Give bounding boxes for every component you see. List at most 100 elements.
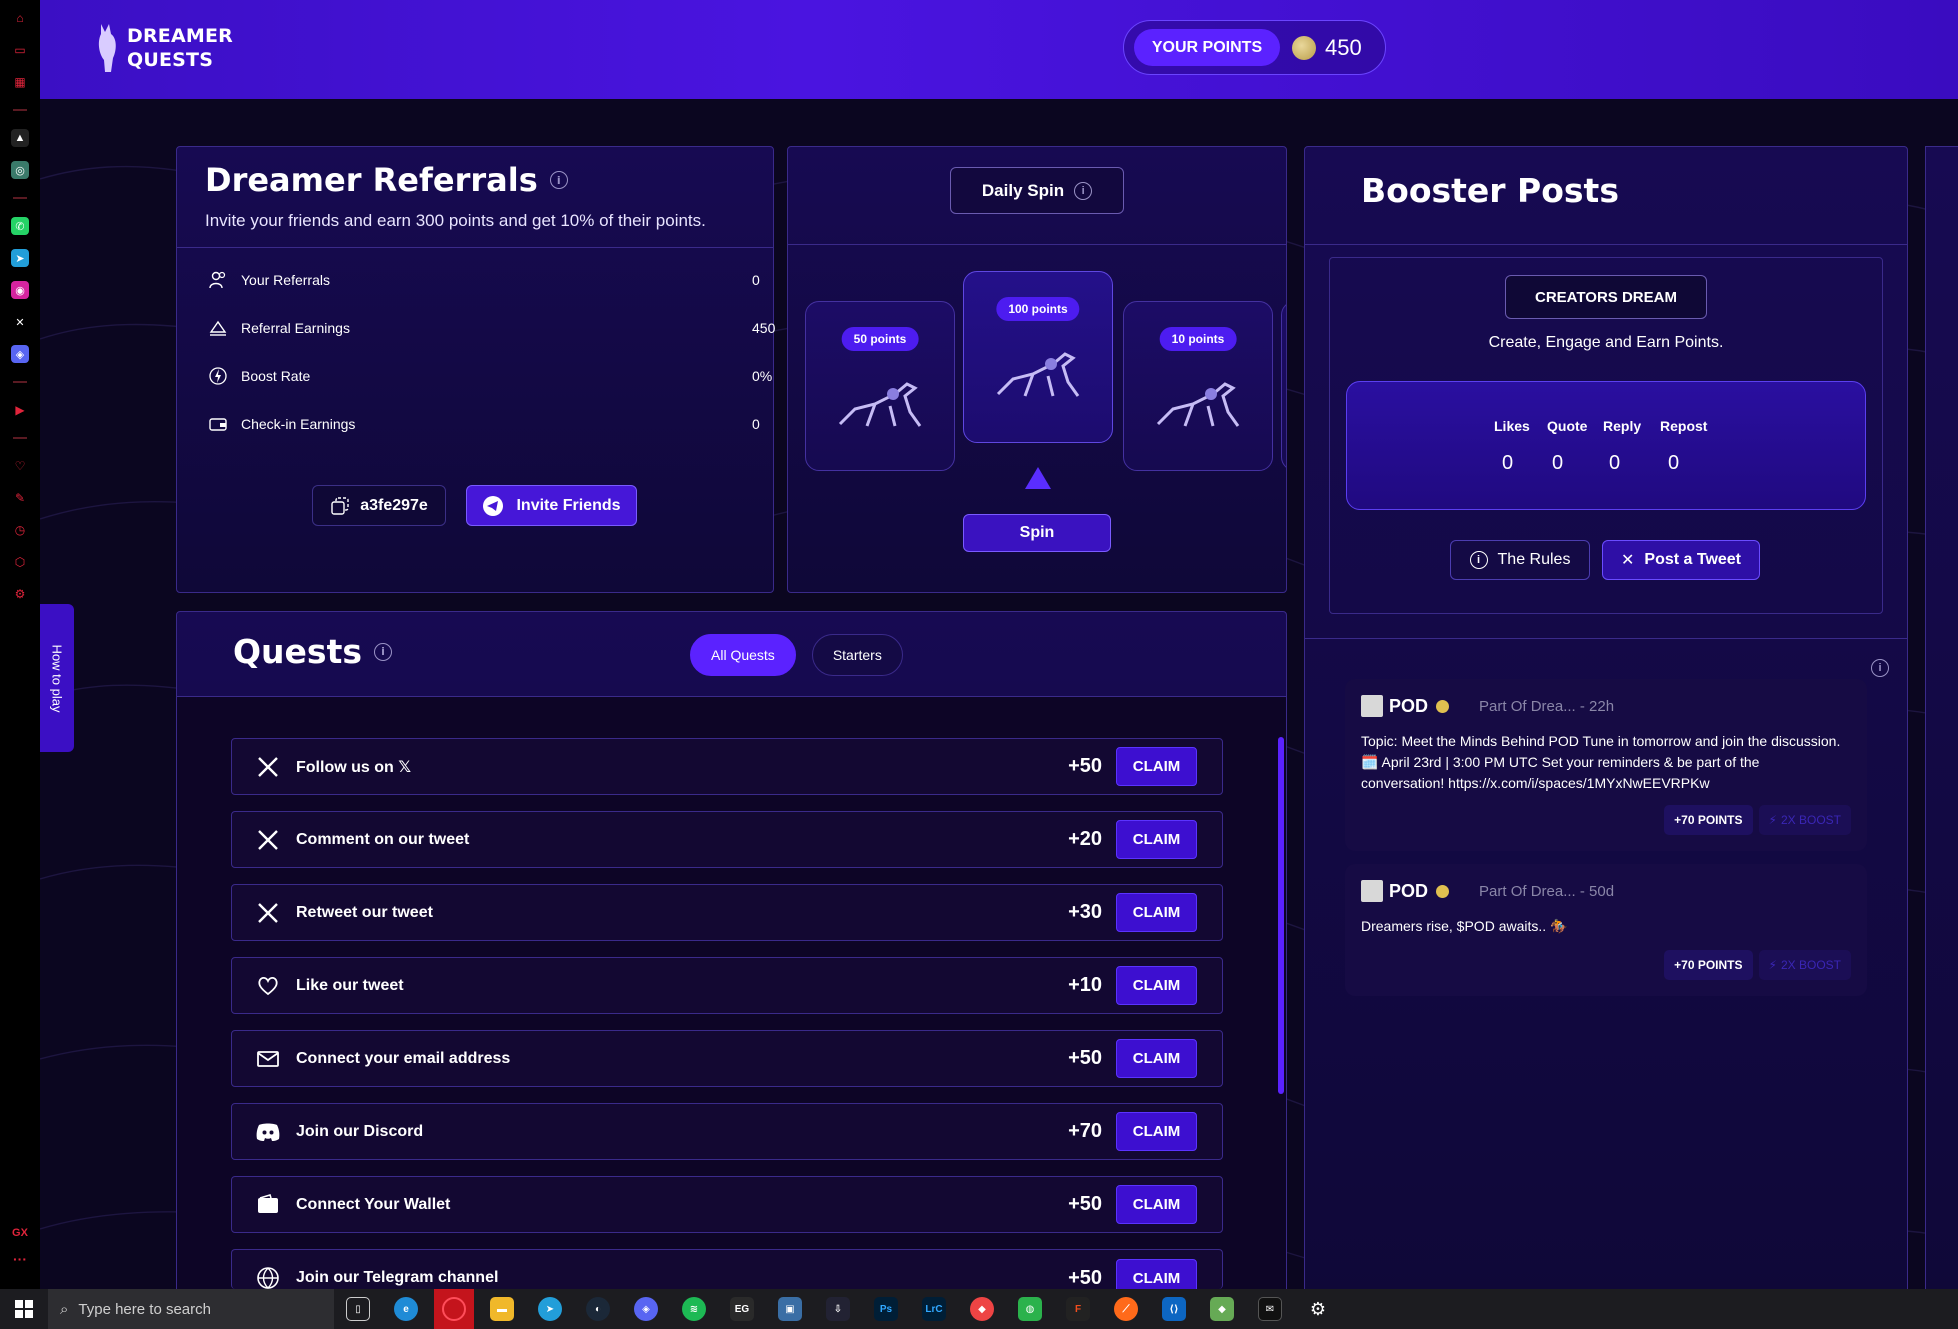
booster-post[interactable]: POD Part Of Drea... - 22h Topic: Meet th… bbox=[1345, 679, 1867, 851]
epic-games-icon[interactable]: EG bbox=[722, 1289, 762, 1329]
claim-button[interactable]: CLAIM bbox=[1116, 893, 1197, 932]
quest-tabs: All Quests Starters bbox=[690, 634, 903, 676]
opera-gx-icon[interactable] bbox=[434, 1289, 474, 1329]
invite-friends-button[interactable]: Invite Friends bbox=[466, 485, 637, 526]
how-to-play-tab[interactable]: How to play bbox=[40, 604, 74, 752]
horse-racer-icon bbox=[996, 352, 1080, 397]
daily-spin-header: Daily Spin i bbox=[950, 167, 1124, 214]
the-rules-label: The Rules bbox=[1497, 551, 1571, 568]
telegram-icon[interactable]: ➤ bbox=[530, 1289, 570, 1329]
app-icon[interactable]: ⇩ bbox=[818, 1289, 858, 1329]
figma-icon[interactable]: F bbox=[1058, 1289, 1098, 1329]
quests-title: Quests i bbox=[233, 632, 392, 671]
info-icon[interactable]: i bbox=[1074, 181, 1093, 200]
copy-referral-code-button[interactable]: a3fe297e bbox=[312, 485, 446, 526]
post-a-tweet-button[interactable]: ✕ Post a Tweet bbox=[1602, 540, 1760, 580]
referral-code: a3fe297e bbox=[360, 496, 428, 514]
calendar-icon[interactable]: ▦ bbox=[11, 73, 29, 91]
claim-button[interactable]: CLAIM bbox=[1116, 1112, 1197, 1151]
quest-item: Follow us on 𝕏 +50 CLAIM bbox=[231, 738, 1223, 795]
discord-icon[interactable]: ◈ bbox=[626, 1289, 666, 1329]
quest-label: Retweet our tweet bbox=[296, 903, 433, 921]
quest-item: Comment on our tweet +20 CLAIM bbox=[231, 811, 1223, 868]
stat-label-reply: Reply bbox=[1603, 418, 1642, 434]
tab-starters[interactable]: Starters bbox=[811, 634, 903, 676]
claim-button[interactable]: CLAIM bbox=[1116, 747, 1197, 786]
info-icon[interactable]: i bbox=[549, 171, 568, 189]
edge-icon[interactable]: e bbox=[386, 1289, 426, 1329]
your-points-button[interactable]: YOUR POINTS bbox=[1134, 29, 1280, 66]
heart-icon[interactable]: ♡ bbox=[11, 457, 29, 475]
more-icon[interactable]: ··· bbox=[13, 1251, 27, 1267]
creators-dream-subtitle: Create, Engage and Earn Points. bbox=[1488, 334, 1724, 351]
claim-button[interactable]: CLAIM bbox=[1116, 1185, 1197, 1224]
cube-icon[interactable]: ⬡ bbox=[11, 553, 29, 571]
quest-points: +10 bbox=[1068, 974, 1102, 996]
tab-all-quests[interactable]: All Quests bbox=[690, 634, 796, 676]
booster-post[interactable]: POD Part Of Drea... - 50d Dreamers rise,… bbox=[1345, 864, 1867, 996]
referral-row-label: Referral Earnings bbox=[241, 320, 350, 336]
edit-icon[interactable]: ✎ bbox=[11, 489, 29, 507]
spotify-icon[interactable]: ≋ bbox=[674, 1289, 714, 1329]
settings-icon[interactable]: ⚙ bbox=[1298, 1289, 1338, 1329]
quest-label: Join our Telegram channel bbox=[296, 1269, 499, 1286]
quest-points: +50 bbox=[1068, 1193, 1102, 1215]
post-header: POD Part Of Drea... - 50d bbox=[1361, 880, 1614, 902]
steam-icon[interactable]: ◐ bbox=[578, 1289, 618, 1329]
app-icon[interactable]: ◆ bbox=[962, 1289, 1002, 1329]
claim-button[interactable]: CLAIM bbox=[1116, 820, 1197, 859]
claim-button[interactable]: CLAIM bbox=[1116, 1259, 1197, 1289]
aria-icon[interactable]: ▲ bbox=[11, 129, 29, 147]
referral-actions: a3fe297e Invite Friends bbox=[312, 485, 637, 526]
daily-spin-panel: Daily Spin i 50 points 100 points 10 poi… bbox=[787, 146, 1287, 593]
stat-label-quote: Quote bbox=[1547, 418, 1588, 434]
settings-icon[interactable]: ⚙ bbox=[11, 585, 29, 603]
post-footer: +70 POINTS ⚡ 2X BOOST bbox=[1664, 950, 1851, 980]
sidebar-divider bbox=[13, 197, 27, 199]
player-icon[interactable]: ▶ bbox=[11, 401, 29, 419]
claim-button[interactable]: CLAIM bbox=[1116, 1039, 1197, 1078]
app-icon[interactable]: ◆ bbox=[1202, 1289, 1242, 1329]
app-icon[interactable]: ⟋ bbox=[1106, 1289, 1146, 1329]
telegram-icon bbox=[483, 495, 504, 516]
gx-icon[interactable]: GX bbox=[12, 1227, 28, 1239]
the-rules-button[interactable]: i The Rules bbox=[1450, 540, 1590, 580]
stat-label-likes: Likes bbox=[1494, 418, 1530, 434]
store-icon[interactable]: ⌂ bbox=[11, 9, 29, 27]
chatgpt-icon[interactable]: ◎ bbox=[11, 161, 29, 179]
quest-list-scrollbar[interactable] bbox=[1278, 737, 1284, 1094]
discord-icon[interactable]: ◈ bbox=[11, 345, 29, 363]
history-icon[interactable]: ◷ bbox=[11, 521, 29, 539]
x-icon bbox=[254, 826, 282, 854]
app-icon[interactable]: ✉ bbox=[1250, 1289, 1290, 1329]
windows-start-icon[interactable] bbox=[0, 1289, 48, 1329]
wallet-icon bbox=[207, 413, 229, 435]
telegram-icon[interactable]: ➤ bbox=[11, 249, 29, 267]
spin-button[interactable]: Spin bbox=[963, 514, 1111, 552]
file-explorer-icon[interactable]: ▬ bbox=[482, 1289, 522, 1329]
creators-dream-button[interactable]: CREATORS DREAM bbox=[1505, 275, 1707, 319]
post-boost-label: 2X BOOST bbox=[1780, 958, 1841, 972]
copy-icon bbox=[331, 496, 349, 515]
app-logo[interactable]: DREAMER QUESTS bbox=[95, 22, 233, 74]
app-icon[interactable]: ◍ bbox=[1010, 1289, 1050, 1329]
instagram-icon[interactable]: ◉ bbox=[11, 281, 29, 299]
task-view-icon[interactable]: ▯ bbox=[338, 1289, 378, 1329]
info-icon[interactable]: i bbox=[374, 642, 392, 661]
taskbar-search[interactable]: ⌕ Type here to search bbox=[48, 1289, 334, 1329]
photoshop-icon[interactable]: Ps bbox=[866, 1289, 906, 1329]
tv-icon[interactable]: ▭ bbox=[11, 41, 29, 59]
vscode-icon[interactable]: ⟨⟩ bbox=[1154, 1289, 1194, 1329]
engagement-stats: Likes Quote Reply Repost 0 0 0 0 bbox=[1346, 381, 1866, 510]
sidebar-divider bbox=[13, 109, 27, 111]
quest-item: Like our tweet +10 CLAIM bbox=[231, 957, 1223, 1014]
x-twitter-icon[interactable]: ✕ bbox=[11, 313, 29, 331]
claim-button[interactable]: CLAIM bbox=[1116, 966, 1197, 1005]
x-icon: ✕ bbox=[1620, 552, 1635, 569]
sidebar-divider bbox=[13, 381, 27, 383]
lightroom-classic-icon[interactable]: LrC bbox=[914, 1289, 954, 1329]
whatsapp-icon[interactable]: ✆ bbox=[11, 217, 29, 235]
app-icon[interactable]: ▣ bbox=[770, 1289, 810, 1329]
info-icon[interactable]: i bbox=[1871, 659, 1889, 677]
booster-actions: i The Rules ✕ Post a Tweet bbox=[1450, 540, 1760, 580]
